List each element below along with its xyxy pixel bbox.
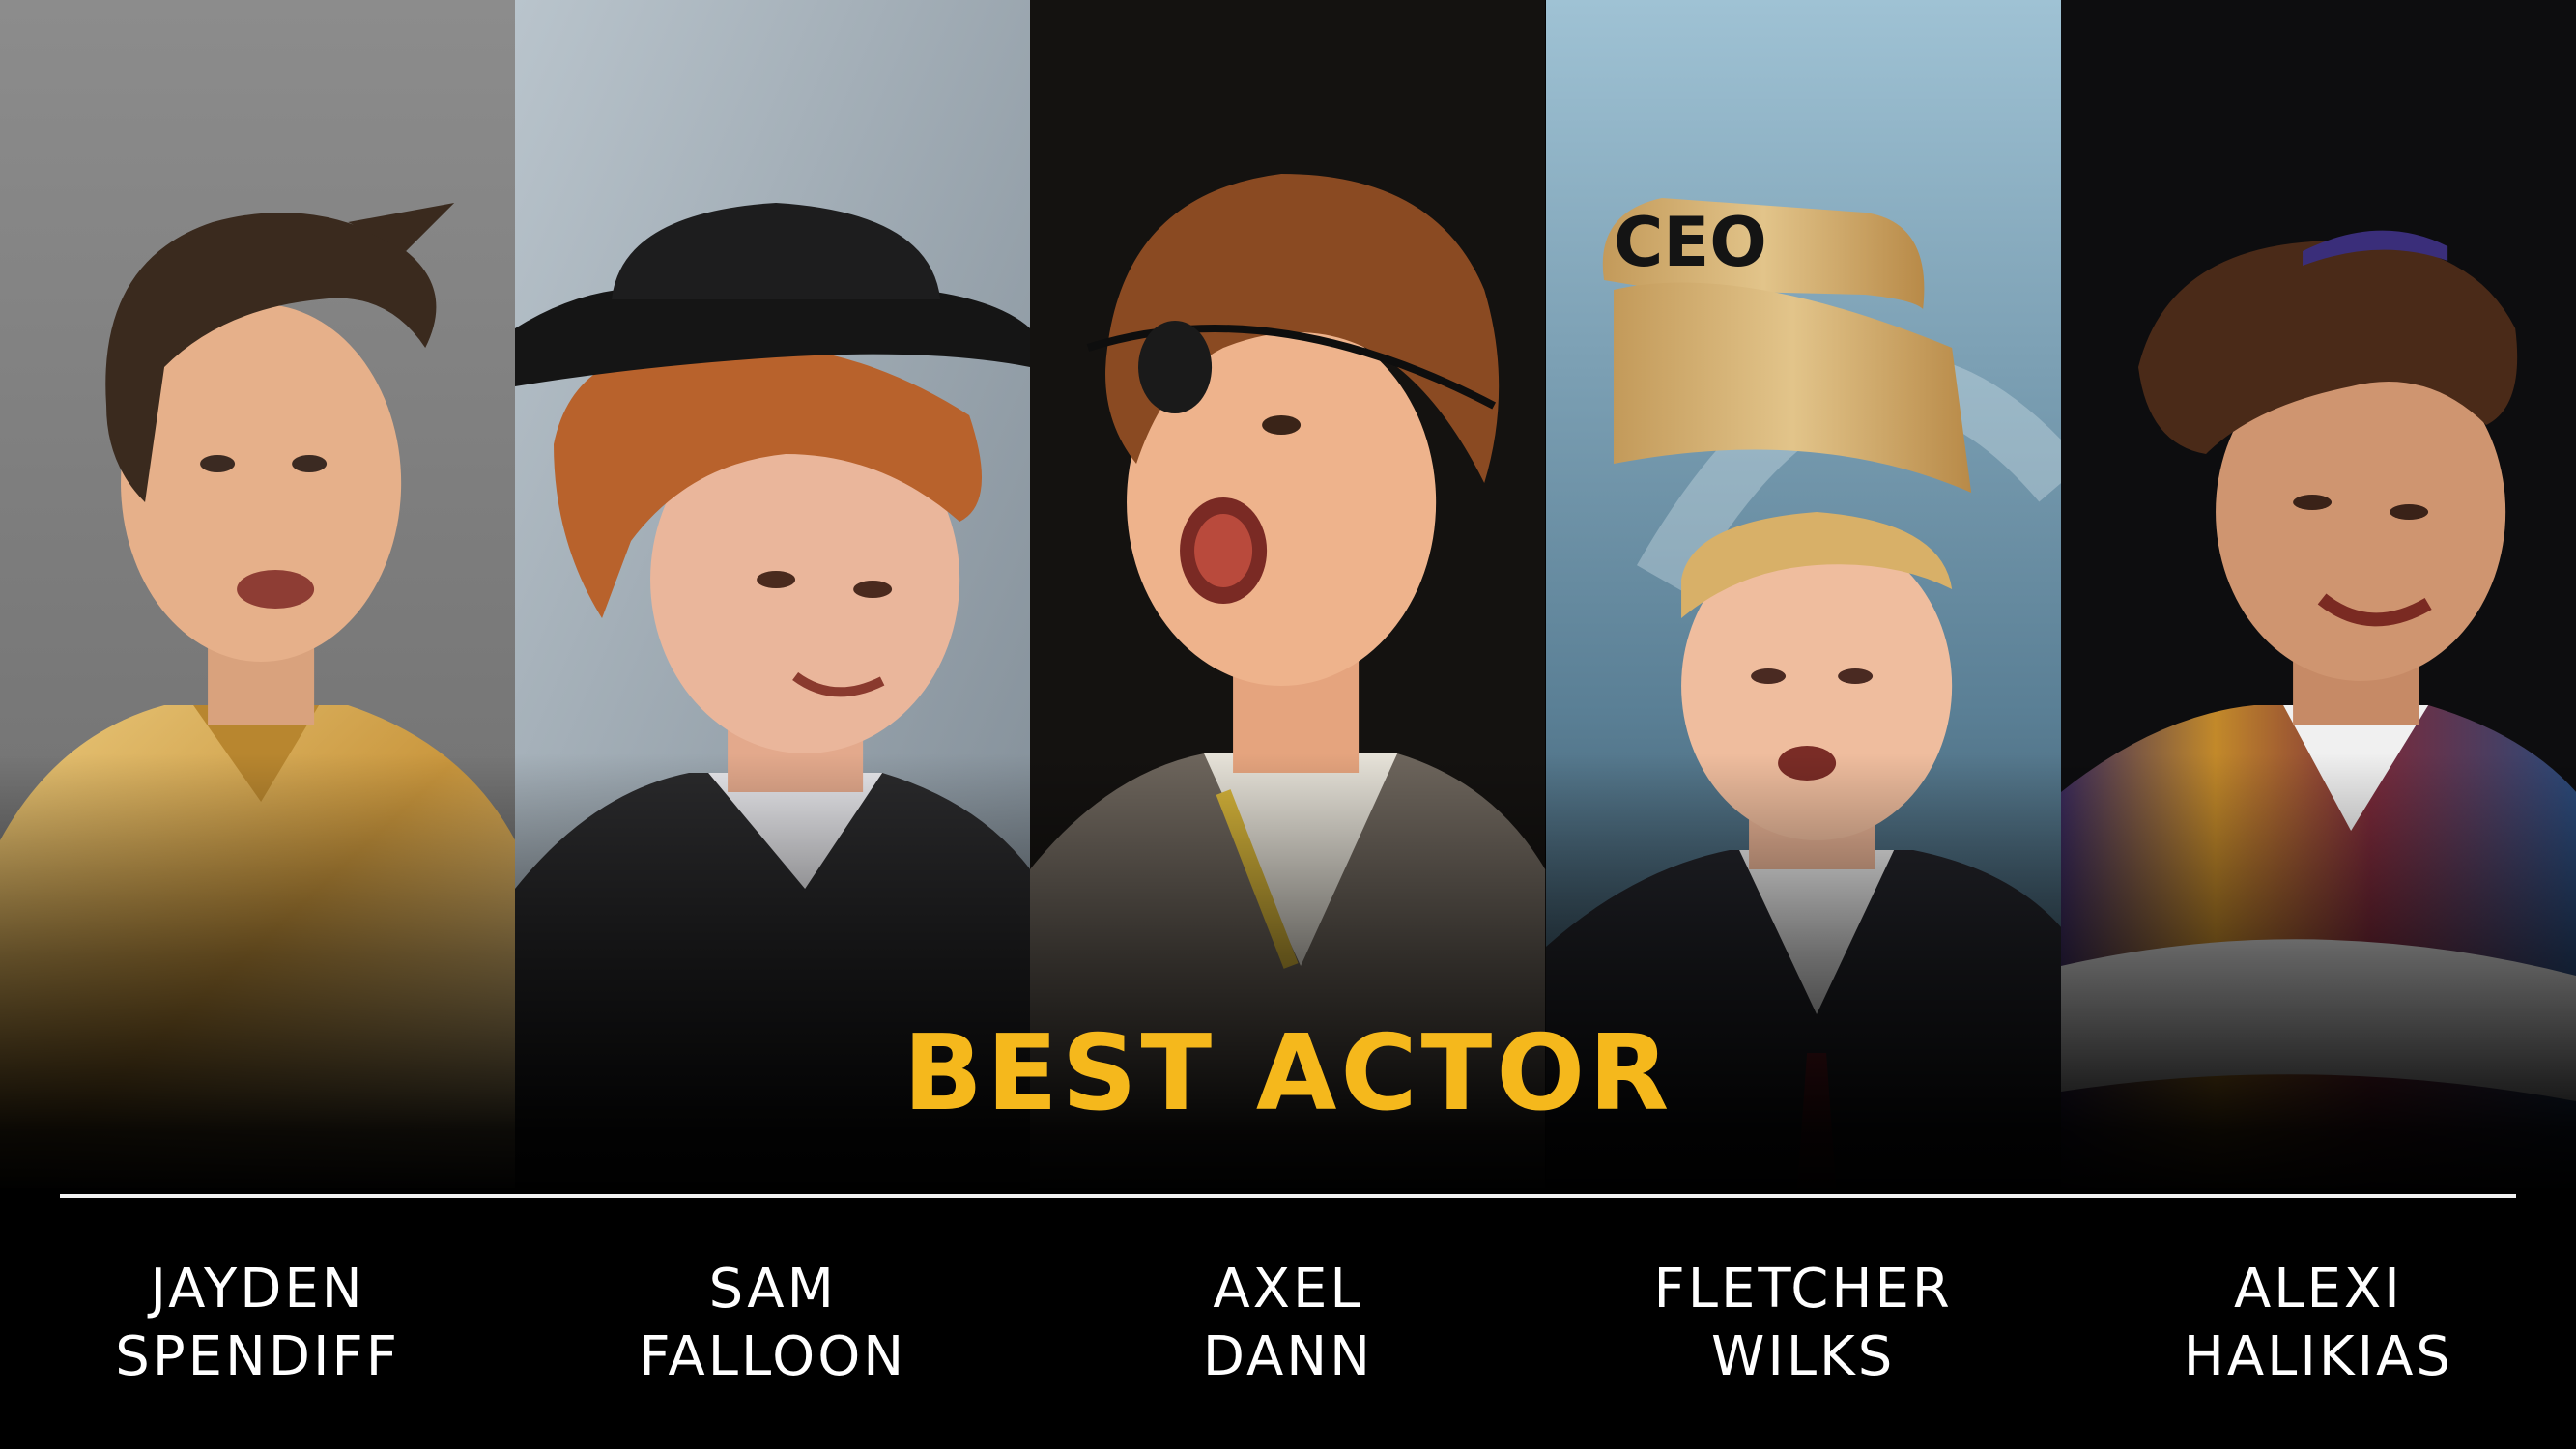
nominee-last-name: WILKS: [1710, 1325, 1896, 1388]
nominee-name-4: FLETCHER WILKS: [1546, 1256, 2061, 1391]
nominee-first-name: ALEXI: [2233, 1258, 2403, 1321]
nominee-photo-1: [0, 0, 516, 1188]
nominee-name-3: AXEL DANN: [1030, 1256, 1545, 1391]
award-title: BEST ACTOR: [902, 1013, 1674, 1134]
nominee-name-2: SAM FALLOON: [515, 1256, 1030, 1391]
nominee-first-name: FLETCHER: [1653, 1258, 1953, 1321]
nominee-names: JAYDEN SPENDIFF SAM FALLOON AXEL DANN FL…: [0, 1256, 2576, 1391]
nominee-photo-4: CEO: [1545, 0, 2061, 1188]
nominee-photo-3: [1030, 0, 1546, 1188]
nominee-name-5: ALEXI HALIKIAS: [2061, 1256, 2576, 1391]
nominee-last-name: HALIKIAS: [2183, 1325, 2453, 1388]
nominee-name-1: JAYDEN SPENDIFF: [0, 1256, 515, 1391]
divider-line: [60, 1194, 2516, 1198]
nominee-last-name: DANN: [1202, 1325, 1374, 1388]
nominee-last-name: FALLOON: [639, 1325, 907, 1388]
nominee-first-name: AXEL: [1213, 1258, 1363, 1321]
nominee-photos: CEO: [0, 0, 2576, 1188]
nominee-last-name: SPENDIFF: [115, 1325, 400, 1388]
nominee-photo-5: [2060, 0, 2576, 1188]
hat-sign-text: CEO: [1614, 203, 1767, 282]
nominee-first-name: SAM: [708, 1258, 837, 1321]
award-slide: CEO BEST ACTOR JAYDEN SPENDIFF SAM FALLO…: [0, 0, 2576, 1449]
nominee-photo-2: [515, 0, 1031, 1188]
nominee-first-name: JAYDEN: [150, 1258, 365, 1321]
